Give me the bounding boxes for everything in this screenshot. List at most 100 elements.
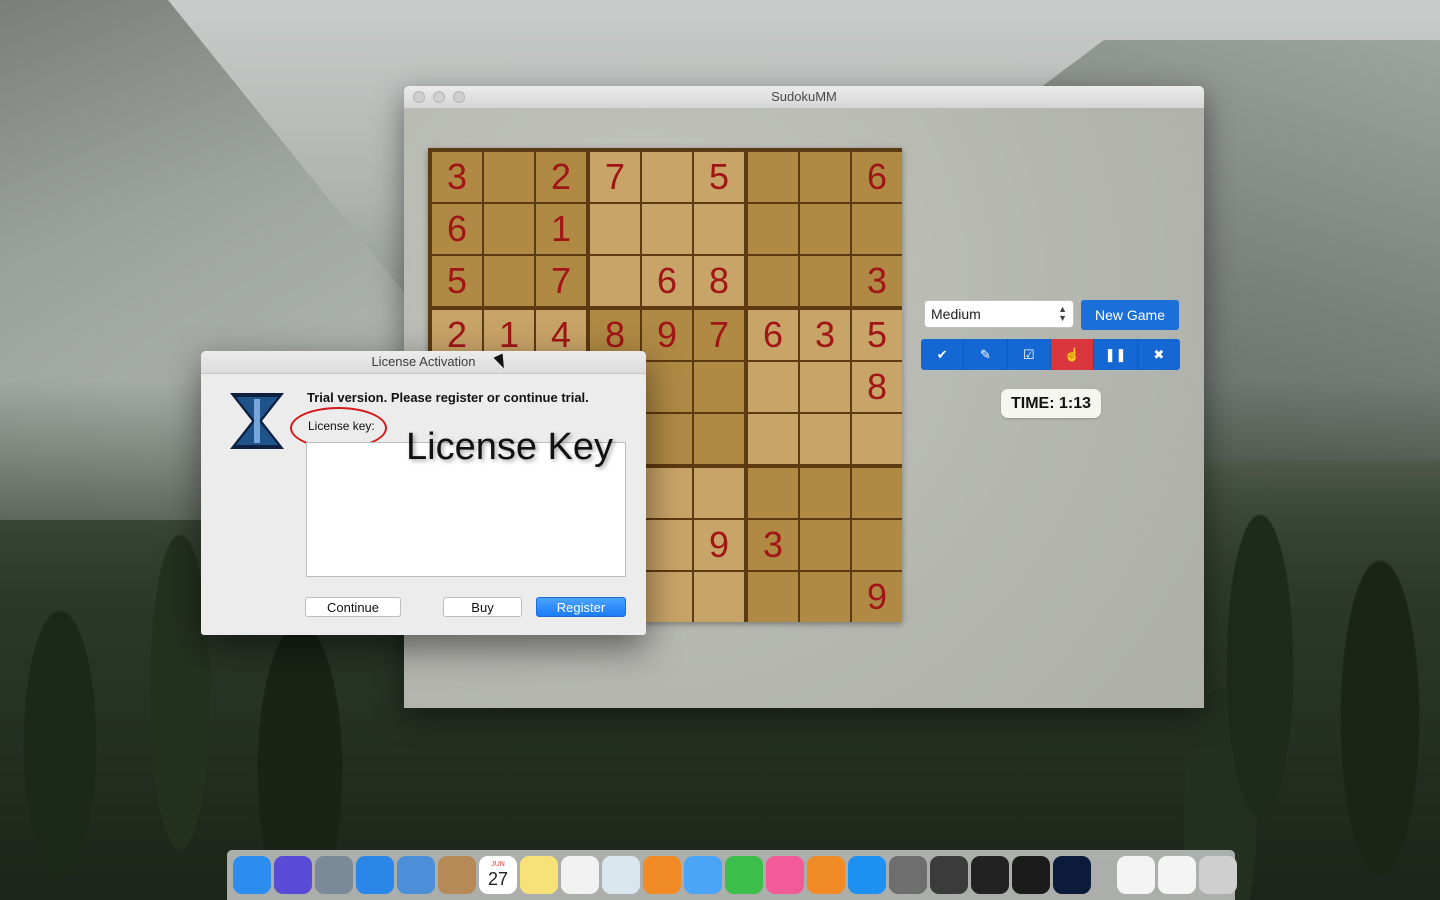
new-game-button[interactable]: New Game: [1081, 300, 1179, 330]
sudoku-cell[interactable]: [748, 468, 798, 518]
sudoku-cell[interactable]: [642, 572, 692, 622]
siri-icon[interactable]: [274, 856, 312, 894]
hand-pointer-tool-button[interactable]: ☝: [1050, 339, 1095, 370]
messages-icon[interactable]: [684, 856, 722, 894]
sudoku-cell[interactable]: [800, 362, 850, 412]
dialog-message: Trial version. Please register or contin…: [307, 390, 589, 405]
sudoku-cell[interactable]: [748, 256, 798, 306]
sudoku-cell[interactable]: 3: [748, 520, 798, 570]
sudoku-cell[interactable]: 6: [642, 256, 692, 306]
sudoku-cell[interactable]: [642, 204, 692, 254]
sudoku-cell[interactable]: 7: [694, 310, 744, 360]
sudoku-cell[interactable]: 9: [642, 310, 692, 360]
facetime-icon[interactable]: [725, 856, 763, 894]
mail-icon[interactable]: [397, 856, 435, 894]
sudoku-cell[interactable]: [642, 414, 692, 464]
sudoku-cell[interactable]: [484, 152, 534, 202]
dialog-title[interactable]: License Activation: [201, 351, 646, 374]
trash-icon[interactable]: [1199, 856, 1237, 894]
difficulty-select[interactable]: Medium ▲ ▼: [924, 300, 1074, 328]
sudoku-cell[interactable]: [852, 204, 902, 254]
sudoku-cell[interactable]: 1: [536, 204, 586, 254]
sudoku-cell[interactable]: [590, 256, 640, 306]
sudoku-cell[interactable]: [694, 204, 744, 254]
sudoku-cell[interactable]: [694, 572, 744, 622]
calendar-icon[interactable]: JUN 27: [479, 856, 517, 894]
safari-icon[interactable]: [356, 856, 394, 894]
ibooks-icon[interactable]: [807, 856, 845, 894]
system-preferences-icon[interactable]: [889, 856, 927, 894]
close-tool-button[interactable]: ✖: [1137, 339, 1180, 370]
sudoku-cell[interactable]: 8: [694, 256, 744, 306]
sudoku-cell[interactable]: 2: [536, 152, 586, 202]
sudoku-cell[interactable]: 3: [432, 152, 482, 202]
sudoku-cell[interactable]: 5: [694, 152, 744, 202]
continue-button[interactable]: Continue: [305, 597, 401, 617]
sudoku-cell[interactable]: 7: [536, 256, 586, 306]
sudoku-cell[interactable]: [484, 204, 534, 254]
sudoku-cell[interactable]: 3: [852, 256, 902, 306]
sublime-text-icon[interactable]: [930, 856, 968, 894]
sudoku-cell[interactable]: [642, 520, 692, 570]
sudoku-cell[interactable]: [852, 468, 902, 518]
sudoku-cell[interactable]: [642, 468, 692, 518]
close-window-button[interactable]: [413, 91, 425, 103]
sudoku-cell[interactable]: [800, 468, 850, 518]
sudoku-cell[interactable]: 7: [590, 152, 640, 202]
sudoku-cell[interactable]: [748, 362, 798, 412]
buy-button[interactable]: Buy: [443, 597, 522, 617]
window-title: SudokuMM: [771, 89, 837, 104]
window-titlebar[interactable]: SudokuMM: [404, 86, 1204, 109]
register-button[interactable]: Register: [536, 597, 626, 617]
check-tool-button[interactable]: ✔: [921, 339, 965, 370]
pencil-tool-button[interactable]: ✎: [964, 339, 1008, 370]
sudoku-cell[interactable]: [800, 414, 850, 464]
sudoku-cell[interactable]: [590, 204, 640, 254]
sudoku-cell[interactable]: [748, 152, 798, 202]
reminders-icon[interactable]: [561, 856, 599, 894]
terminal-icon[interactable]: [971, 856, 1009, 894]
sudoku-cell[interactable]: [748, 204, 798, 254]
game-toolbar: ✔ ✎ ☑ ☝ ❚❚ ✖: [921, 339, 1180, 370]
preview-icon[interactable]: [602, 856, 640, 894]
itunes-icon[interactable]: [766, 856, 804, 894]
sudoku-cell[interactable]: [800, 572, 850, 622]
sudokumm-icon[interactable]: [1053, 856, 1091, 894]
notes-icon[interactable]: [520, 856, 558, 894]
sudoku-cell[interactable]: [748, 414, 798, 464]
sudoku-cell[interactable]: 5: [852, 310, 902, 360]
app-store-icon[interactable]: [848, 856, 886, 894]
contacts-icon[interactable]: [438, 856, 476, 894]
sudoku-cell[interactable]: 9: [852, 572, 902, 622]
sudoku-cell[interactable]: [642, 362, 692, 412]
sudoku-cell[interactable]: 5: [432, 256, 482, 306]
downloads-folder-icon[interactable]: [1158, 856, 1196, 894]
sudoku-cell[interactable]: [484, 256, 534, 306]
sudoku-cell[interactable]: [694, 468, 744, 518]
photos-icon[interactable]: [643, 856, 681, 894]
sudoku-cell[interactable]: 6: [748, 310, 798, 360]
zoom-window-button[interactable]: [453, 91, 465, 103]
sudoku-cell[interactable]: [800, 256, 850, 306]
sudoku-cell[interactable]: 6: [432, 204, 482, 254]
sudoku-cell[interactable]: [694, 414, 744, 464]
documents-folder-icon[interactable]: [1117, 856, 1155, 894]
pause-tool-button[interactable]: ❚❚: [1094, 339, 1138, 370]
sudoku-cell[interactable]: [800, 204, 850, 254]
sudoku-cell[interactable]: [694, 362, 744, 412]
launchpad-icon[interactable]: [315, 856, 353, 894]
sudoku-cell[interactable]: [852, 414, 902, 464]
sudoku-cell[interactable]: 9: [694, 520, 744, 570]
sudoku-cell[interactable]: 6: [852, 152, 902, 202]
finder-icon[interactable]: [233, 856, 271, 894]
sudoku-cell[interactable]: 8: [852, 362, 902, 412]
edit-check-tool-button[interactable]: ☑: [1007, 339, 1051, 370]
sudoku-cell[interactable]: [852, 520, 902, 570]
minimize-window-button[interactable]: [433, 91, 445, 103]
activity-monitor-icon[interactable]: [1012, 856, 1050, 894]
sudoku-cell[interactable]: [642, 152, 692, 202]
sudoku-cell[interactable]: 3: [800, 310, 850, 360]
sudoku-cell[interactable]: [800, 152, 850, 202]
sudoku-cell[interactable]: [748, 572, 798, 622]
sudoku-cell[interactable]: [800, 520, 850, 570]
